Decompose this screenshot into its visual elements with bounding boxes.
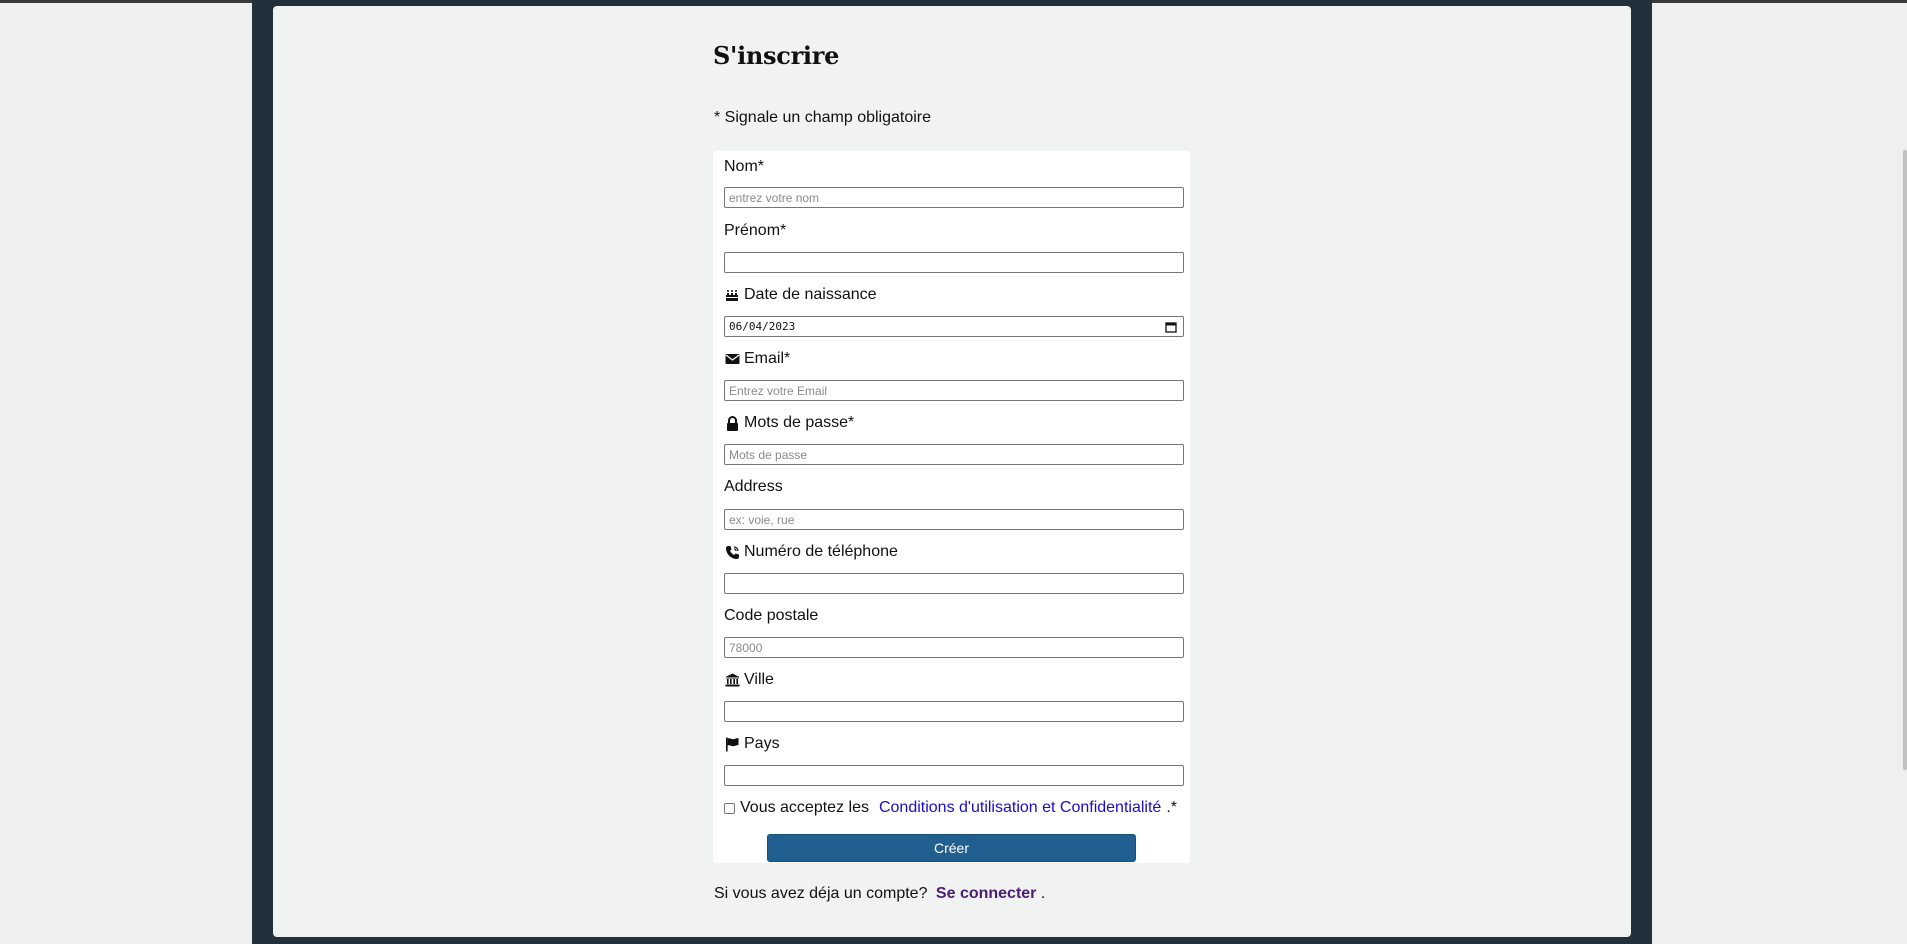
- birthdate-value: 06/04/2023: [729, 320, 796, 333]
- postal-label: Code postale: [724, 607, 818, 625]
- birthdate-label-text: Date de naissance: [744, 286, 877, 303]
- email-label: Email*: [724, 350, 790, 368]
- email-label-text: Email*: [744, 350, 791, 367]
- login-prompt-text: Si vous avez déja un compte?: [714, 885, 928, 902]
- vertical-scrollbar[interactable]: [1903, 150, 1907, 770]
- nom-label: Nom*: [724, 158, 764, 176]
- birthdate-input[interactable]: 06/04/2023: [724, 316, 1184, 337]
- flag-icon: [724, 736, 740, 752]
- terms-checkbox[interactable]: [724, 802, 735, 814]
- lock-icon: [724, 415, 740, 431]
- login-suffix: .: [1040, 885, 1046, 902]
- calendar-icon[interactable]: [1163, 319, 1179, 335]
- birthday-cake-icon: [724, 287, 740, 303]
- country-label: Pays: [724, 735, 780, 753]
- terms-link[interactable]: Conditions d'utilisation et Confidential…: [879, 799, 1161, 817]
- birthdate-label: Date de naissance: [724, 286, 877, 304]
- prenom-input[interactable]: [724, 252, 1184, 273]
- address-label-text: Address: [724, 478, 783, 495]
- create-account-button[interactable]: Créer: [767, 834, 1136, 862]
- country-input[interactable]: [724, 765, 1184, 786]
- bank-icon: [724, 672, 740, 688]
- email-input[interactable]: [724, 380, 1184, 401]
- country-label-text: Pays: [744, 735, 780, 752]
- terms-suffix: .*: [1166, 799, 1177, 816]
- postal-input[interactable]: [724, 637, 1184, 658]
- phone-input[interactable]: [724, 573, 1184, 594]
- city-label: Ville: [724, 671, 774, 689]
- envelope-icon: [724, 351, 740, 367]
- postal-label-text: Code postale: [724, 607, 819, 624]
- phone-label-text: Numéro de téléphone: [744, 543, 898, 560]
- password-input[interactable]: [724, 444, 1184, 465]
- nom-input[interactable]: [724, 187, 1184, 208]
- phone-label: Numéro de téléphone: [724, 543, 898, 561]
- terms-row: Vous acceptez les Conditions d'utilisati…: [724, 799, 1177, 817]
- login-link[interactable]: Se connecter: [936, 885, 1036, 902]
- login-prompt: Si vous avez déja un compte? Se connecte…: [714, 885, 1045, 903]
- terms-prefix: Vous acceptez les: [740, 799, 869, 816]
- prenom-label: Prénom*: [724, 222, 786, 240]
- address-input[interactable]: [724, 509, 1184, 530]
- password-label-text: Mots de passe*: [744, 414, 855, 431]
- prenom-label-text: Prénom*: [724, 222, 787, 239]
- nom-label-text: Nom*: [724, 158, 765, 175]
- city-label-text: Ville: [744, 671, 774, 688]
- city-input[interactable]: [724, 701, 1184, 722]
- password-label: Mots de passe*: [724, 414, 854, 432]
- phone-icon: [724, 544, 740, 560]
- page-title: S'inscrire: [713, 41, 840, 70]
- address-label: Address: [724, 478, 783, 496]
- required-fields-note: * Signale un champ obligatoire: [714, 109, 932, 126]
